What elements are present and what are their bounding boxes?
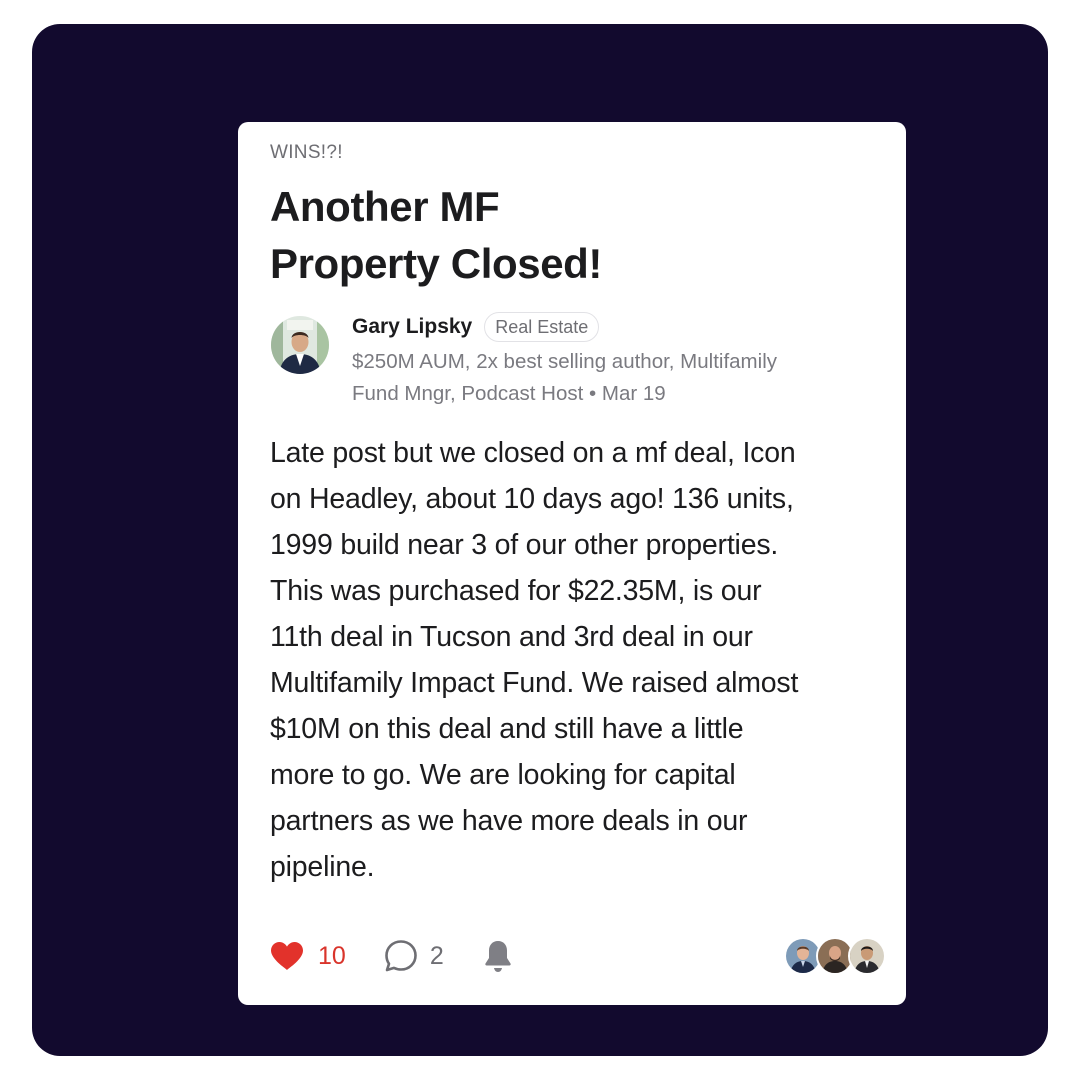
background-frame: WINS!?! Another MF Property Closed! Gary…	[32, 24, 1048, 1056]
post-title-line-2: Property Closed!	[270, 240, 602, 287]
post-date: Mar 19	[601, 382, 666, 405]
author-bio: $250M AUM, 2x best selling author, Multi…	[352, 346, 882, 410]
like-button[interactable]: 10	[270, 941, 346, 971]
meta-separator: •	[589, 382, 597, 405]
post-card: WINS!?! Another MF Property Closed! Gary…	[238, 122, 906, 1005]
bell-icon	[485, 941, 511, 972]
post-body-line: more to go. We are looking for capital	[270, 759, 736, 791]
participant-avatar-image	[818, 939, 852, 973]
comment-button[interactable]: 2	[384, 939, 444, 973]
post-body-line: This was purchased for $22.35M, is our	[270, 575, 762, 607]
participant-avatar-image	[786, 939, 820, 973]
author-tag-badge[interactable]: Real Estate	[484, 312, 600, 342]
author-row: Gary Lipsky Real Estate	[352, 312, 600, 342]
post-body-line: 11th deal in Tucson and 3rd deal in our	[270, 621, 753, 653]
post-body-line: $10M on this deal and still have a littl…	[270, 713, 744, 745]
author-bio-line-1: $250M AUM, 2x best selling author, Multi…	[352, 350, 777, 373]
author-avatar[interactable]	[271, 316, 329, 374]
participant-avatars[interactable]	[784, 937, 886, 975]
post-body-line: pipeline.	[270, 851, 375, 883]
post-body-line: Multifamily Impact Fund. We raised almos…	[270, 667, 799, 699]
like-count: 10	[318, 941, 346, 970]
author-name[interactable]: Gary Lipsky	[352, 315, 472, 339]
participant-avatar	[848, 937, 886, 975]
post-category[interactable]: WINS!?!	[270, 142, 343, 164]
participant-avatar-image	[850, 939, 884, 973]
post-body-line: 1999 build near 3 of our other propertie…	[270, 529, 779, 561]
comment-bubble-icon	[385, 940, 417, 972]
post-body: Late post but we closed on a mf deal, Ic…	[270, 430, 890, 890]
author-avatar-image	[271, 316, 329, 374]
post-title[interactable]: Another MF Property Closed!	[270, 178, 870, 292]
post-title-line-1: Another MF	[270, 183, 500, 230]
post-body-line: partners as we have more deals in our	[270, 805, 748, 837]
comment-count: 2	[429, 941, 444, 970]
post-actions: 10 2	[270, 934, 514, 978]
post-body-line: on Headley, about 10 days ago! 136 units…	[270, 483, 794, 515]
heart-icon	[271, 942, 303, 970]
author-bio-line-2: Fund Mngr, Podcast Host	[352, 382, 584, 405]
post-body-line: Late post but we closed on a mf deal, Ic…	[270, 437, 796, 469]
notify-button[interactable]	[482, 939, 514, 973]
